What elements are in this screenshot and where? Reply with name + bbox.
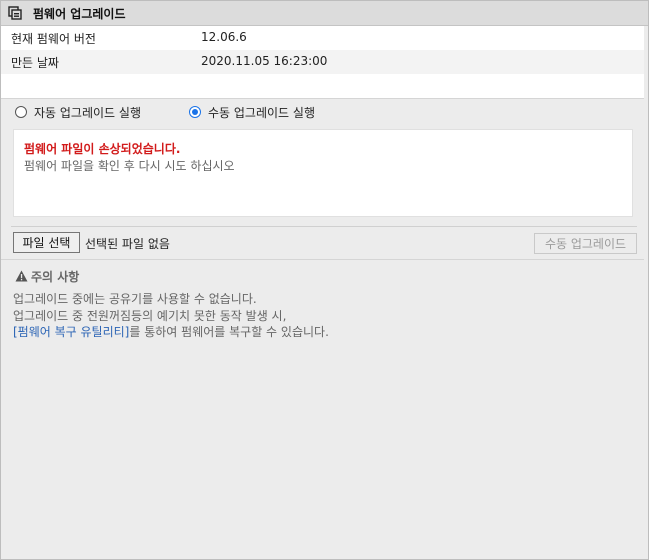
panel-title: 펌웨어 업그레이드 <box>33 7 126 21</box>
version-value: 12.06.6 <box>201 30 247 44</box>
manual-upgrade-label[interactable]: 수동 업그레이드 실행 <box>208 104 315 121</box>
panel-titlebar: 펌웨어 업그레이드 <box>1 1 648 26</box>
divider <box>1 259 644 260</box>
error-message: 펌웨어 파일이 손상되었습니다. <box>24 142 181 156</box>
notice-line-3: [펌웨어 복구 유틸리티]를 통하여 펌웨어를 복구할 수 있습니다. <box>13 323 329 340</box>
notice-line-1: 업그레이드 중에는 공유기를 사용할 수 없습니다. <box>13 292 257 306</box>
auto-upgrade-label[interactable]: 자동 업그레이드 실행 <box>34 104 141 121</box>
version-label: 현재 펌웨어 버전 <box>11 32 96 46</box>
firmware-upgrade-icon <box>8 6 22 20</box>
info-row-date: 만든 날짜 2020.11.05 16:23:00 <box>1 50 644 74</box>
manual-upgrade-button[interactable]: 수동 업그레이드 <box>534 233 637 254</box>
date-value: 2020.11.05 16:23:00 <box>201 54 328 68</box>
warning-icon <box>15 270 28 282</box>
recovery-utility-link[interactable]: [펌웨어 복구 유틸리티] <box>13 325 129 339</box>
status-message-box: 펌웨어 파일이 손상되었습니다. 펌웨어 파일을 확인 후 다시 시도 하십시오 <box>13 129 633 217</box>
notice-title: 주의 사항 <box>31 270 80 284</box>
auto-upgrade-radio[interactable] <box>15 106 27 118</box>
upgrade-mode-selector: 자동 업그레이드 실행 수동 업그레이드 실행 <box>1 99 644 125</box>
hint-message: 펌웨어 파일을 확인 후 다시 시도 하십시오 <box>24 159 235 173</box>
info-table-spacer <box>1 74 644 99</box>
info-row-version: 현재 펌웨어 버전 12.06.6 <box>1 26 644 50</box>
divider <box>11 226 637 227</box>
notice-line-3-text: 를 통하여 펌웨어를 복구할 수 있습니다. <box>129 325 329 339</box>
notice-line-2: 업그레이드 중 전원꺼짐등의 예기치 못한 동작 발생 시, <box>13 309 287 323</box>
choose-file-button[interactable]: 파일 선택 <box>13 232 80 253</box>
firmware-info-table: 현재 펌웨어 버전 12.06.6 만든 날짜 2020.11.05 16:23… <box>1 26 644 74</box>
manual-upgrade-radio[interactable] <box>189 106 201 118</box>
firmware-upgrade-panel: 펌웨어 업그레이드 현재 펌웨어 버전 12.06.6 만든 날짜 2020.1… <box>0 0 649 560</box>
date-label: 만든 날짜 <box>11 56 59 70</box>
file-status: 선택된 파일 없음 <box>85 237 170 251</box>
